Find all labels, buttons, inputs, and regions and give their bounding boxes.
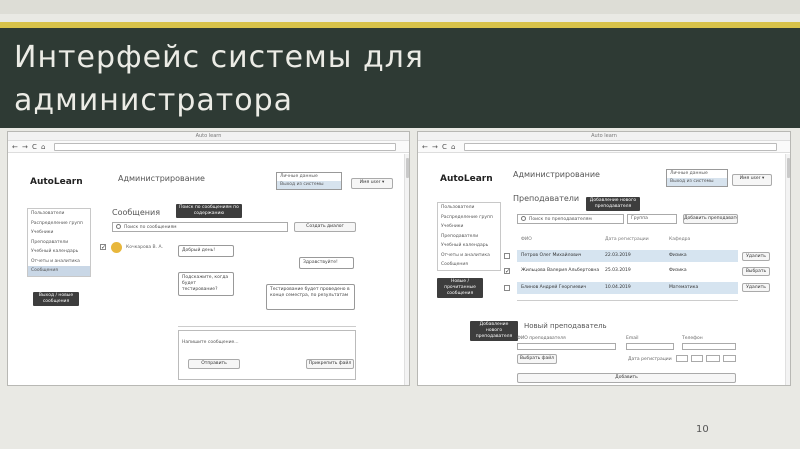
form-title: Новый преподаватель xyxy=(524,322,607,330)
sidebar-item[interactable]: Отчеты и аналитика xyxy=(28,257,90,267)
date-month-field[interactable] xyxy=(691,355,703,362)
row-action-button[interactable]: Выбрать xyxy=(742,267,770,276)
page-header: Администрирование xyxy=(513,170,600,179)
reload-icon[interactable]: C xyxy=(442,143,447,151)
search-icon xyxy=(116,224,121,229)
forward-icon[interactable]: → xyxy=(432,143,438,151)
back-icon[interactable]: ← xyxy=(12,143,18,151)
dropdown-item-logout[interactable]: Выход из системы xyxy=(667,178,727,186)
sidebar-menu: Пользователи Распределение групп Учебник… xyxy=(437,202,501,271)
fio-field[interactable] xyxy=(517,343,616,350)
contact-name[interactable]: Кочкарова В. А. xyxy=(126,245,163,250)
page-number: 10 xyxy=(696,424,709,435)
submit-teacher-button[interactable]: Добавить xyxy=(517,373,736,383)
left-screenshot: Auto learn ← → C ⌂ AutoLearn Администрир… xyxy=(7,131,410,386)
back-icon[interactable]: ← xyxy=(422,143,428,151)
email-label: Email xyxy=(626,336,639,341)
sidebar-item[interactable]: Учебники xyxy=(28,228,90,238)
sidebar-menu: Пользователи Распределение групп Учебник… xyxy=(27,208,91,277)
search-tooltip: Поиск по сообщениям по содержанию xyxy=(176,204,242,218)
menu-tooltip: Выход / новые сообщения xyxy=(33,292,79,306)
dropdown-item-profile[interactable]: Личные данные xyxy=(277,173,341,181)
section-title: Преподаватели xyxy=(513,194,580,203)
slide-title: Интерфейс системы для администратора xyxy=(14,40,424,118)
date-label: Дата регистрации xyxy=(628,357,672,362)
row-action-button[interactable]: Удалить xyxy=(742,252,770,261)
browser-tab-bar: Auto learn xyxy=(8,132,409,141)
new-dialog-button[interactable]: Создать диалог xyxy=(294,222,356,232)
sidebar-item[interactable]: Преподаватели xyxy=(28,238,90,248)
dropdown-item-profile[interactable]: Личные данные xyxy=(667,170,727,178)
section-title: Сообщения xyxy=(112,208,161,217)
fio-label: ФИО преподавателя xyxy=(517,336,566,341)
message-bubble: Добрый день! xyxy=(178,245,234,257)
sidebar-item[interactable]: Пользователи xyxy=(438,203,500,213)
date-picker-field[interactable] xyxy=(723,355,736,362)
message-bubble: Тестирование будет проведено в конце сем… xyxy=(266,284,355,310)
send-button[interactable]: Отправить xyxy=(188,359,240,369)
attach-button[interactable]: Прикрепить файл xyxy=(306,359,354,369)
user-menu-button[interactable]: Имя user ▾ xyxy=(351,178,393,189)
logo: AutoLearn xyxy=(30,177,83,187)
row-checkbox[interactable] xyxy=(504,285,510,291)
row-action-button[interactable]: Удалить xyxy=(742,283,770,292)
date-year-field[interactable] xyxy=(706,355,720,362)
url-bar[interactable] xyxy=(464,143,777,151)
chat-divider[interactable] xyxy=(178,326,356,327)
table-row[interactable]: Блинов Андрей Георгиевич 10.04.2019 Мате… xyxy=(517,282,738,294)
right-screenshot: Auto learn ← → C ⌂ AutoLearn Администрир… xyxy=(417,131,791,386)
teacher-search-input[interactable]: Поиск по преподавателям xyxy=(517,214,624,224)
forward-icon[interactable]: → xyxy=(22,143,28,151)
compose-area[interactable]: Напишите сообщение... xyxy=(178,330,356,380)
account-dropdown[interactable]: Личные данные Выход из системы xyxy=(666,169,728,187)
row-checkbox[interactable]: ✓ xyxy=(504,268,510,275)
add-teacher-button[interactable]: Добавить преподавателя xyxy=(683,214,738,224)
scrollbar[interactable] xyxy=(785,154,790,385)
choose-file-button[interactable]: Выбрать файл xyxy=(517,354,557,364)
sidebar-item[interactable]: Отчеты и аналитика xyxy=(438,251,500,261)
avatar xyxy=(111,242,122,253)
contact-checkbox[interactable]: ✓ xyxy=(100,244,106,251)
dropdown-item-logout[interactable]: Выход из системы xyxy=(277,181,341,189)
reload-icon[interactable]: C xyxy=(32,143,37,151)
browser-nav-bar: ← → C ⌂ xyxy=(418,141,790,153)
search-icon xyxy=(521,216,526,221)
sidebar-item-messages[interactable]: Сообщения xyxy=(28,266,90,276)
browser-tab-bar: Auto learn xyxy=(418,132,790,141)
table-divider[interactable] xyxy=(517,300,738,301)
sidebar-item[interactable]: Учебный календарь xyxy=(438,241,500,251)
message-bubble: Здравствуйте! xyxy=(299,257,354,269)
table-header: ФИО Дата регистрации Кафедра xyxy=(521,237,691,242)
menu-tooltip: Новые / прочитанные сообщения xyxy=(437,278,483,298)
url-bar[interactable] xyxy=(54,143,396,151)
phone-label: Телефон xyxy=(682,336,703,341)
message-search-input[interactable]: Поиск по сообщениям xyxy=(112,222,288,232)
top-strip xyxy=(0,0,800,14)
user-menu-button[interactable]: Имя user ▾ xyxy=(732,174,772,186)
logo: AutoLearn xyxy=(440,174,493,184)
table-row[interactable]: Петров Олег Михайлович 22.03.2019 Физика xyxy=(517,250,738,262)
sidebar-item[interactable]: Преподаватели xyxy=(438,232,500,242)
sidebar-item[interactable]: Сообщения xyxy=(438,260,500,270)
account-dropdown[interactable]: Личные данные Выход из системы xyxy=(276,172,342,190)
table-row[interactable]: Жильцова Валерия Альбертовна 25.03.2019 … xyxy=(517,265,738,277)
message-bubble: Подскажите, когда будет тестирование? xyxy=(178,272,234,296)
sidebar-item[interactable]: Распределение групп xyxy=(438,213,500,223)
page-header: Администрирование xyxy=(118,174,205,183)
sidebar-item[interactable]: Учебный календарь xyxy=(28,247,90,257)
row-checkbox[interactable] xyxy=(504,253,510,259)
new-teacher-tooltip: Добавление нового преподавателя xyxy=(470,321,518,341)
group-filter-select[interactable]: Группа xyxy=(627,214,677,224)
sidebar-item[interactable]: Учебники xyxy=(438,222,500,232)
add-teacher-tooltip: Добавление нового преподавателя xyxy=(586,197,640,211)
phone-field[interactable] xyxy=(682,343,736,350)
sidebar-item[interactable]: Пользователи xyxy=(28,209,90,219)
date-day-field[interactable] xyxy=(676,355,688,362)
sidebar-item[interactable]: Распределение групп xyxy=(28,219,90,229)
home-icon[interactable]: ⌂ xyxy=(451,143,455,151)
browser-nav-bar: ← → C ⌂ xyxy=(8,141,409,153)
email-field[interactable] xyxy=(626,343,674,350)
scrollbar[interactable] xyxy=(404,154,409,385)
home-icon[interactable]: ⌂ xyxy=(41,143,45,151)
